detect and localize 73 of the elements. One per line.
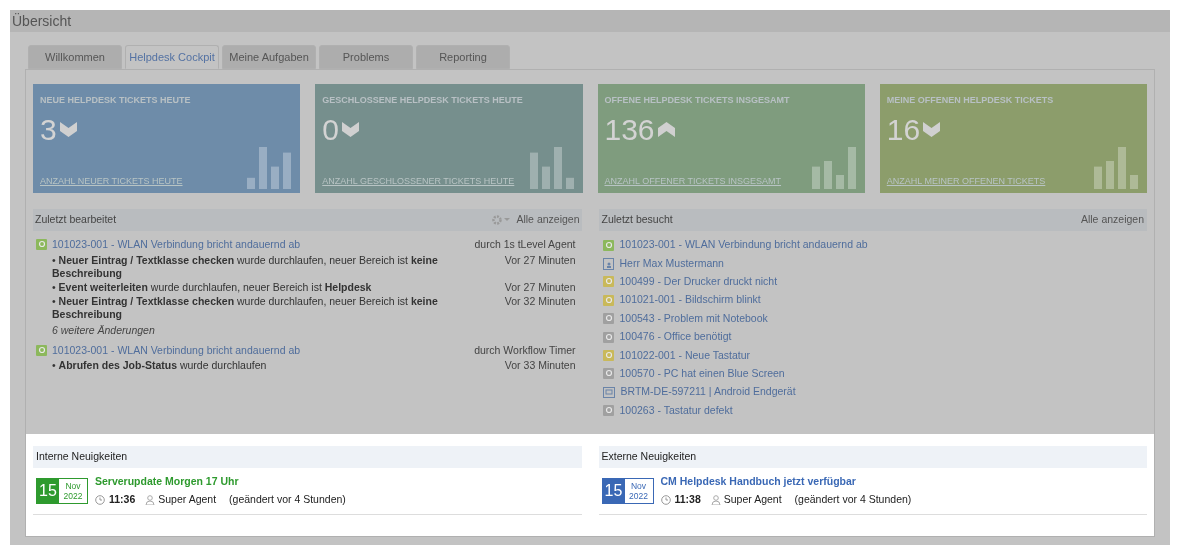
- card-link[interactable]: ANZAHL NEUER TICKETS HEUTE: [40, 175, 183, 189]
- tab[interactable]: Willkommen: [28, 45, 122, 69]
- bar-chart-icon: [529, 146, 576, 189]
- change-text: • Neuer Eintrag / Textklasse checken wurde durchlaufen, neuer Bereich ist keine Beschreibung: [52, 294, 439, 321]
- laptop-icon: [602, 386, 615, 398]
- card-link[interactable]: ANZAHL OFFENER TICKETS INSGESAMT: [604, 175, 782, 189]
- bar-chart-icon: [1094, 146, 1140, 189]
- news-changed: (geändert vor 4 Stunden): [794, 491, 912, 507]
- bar-chart-icon: [811, 146, 858, 189]
- time-text: Vor 27 Minuten: [504, 253, 576, 268]
- actor-text: durch 1s tLevel Agent: [474, 237, 576, 252]
- card-title: MEINE OFFENEN HELPDESK TICKETS: [886, 94, 1055, 107]
- card-value: 136: [604, 112, 655, 147]
- contact-card-icon: [602, 257, 614, 270]
- news-changed: (geändert vor 4 Stunden): [229, 491, 346, 507]
- date-day: 15: [602, 478, 625, 503]
- news-author: Super Agent: [158, 491, 217, 507]
- ticket-link[interactable]: 101023-001 - WLAN Verbindung bricht andauernd ab: [52, 342, 301, 359]
- tab[interactable]: Problems: [319, 45, 413, 69]
- tab[interactable]: Helpdesk Cockpit: [125, 45, 219, 69]
- person-icon: [145, 494, 156, 505]
- card-link[interactable]: ANZAHL GESCHLOSSENER TICKETS HEUTE: [322, 175, 515, 189]
- clock-icon: [95, 494, 105, 505]
- date-year: 2022: [63, 490, 83, 501]
- date-month: Nov: [630, 480, 647, 491]
- news-headline[interactable]: Serverupdate Morgen 17 Uhr: [95, 473, 346, 490]
- person-icon: [710, 494, 721, 505]
- visited-link[interactable]: 101022-001 - Neue Tastatur: [619, 347, 751, 364]
- show-all-link[interactable]: Alle anzeigen: [516, 212, 580, 228]
- visited-link[interactable]: 101021-001 - Bildschirm blinkt: [619, 292, 761, 309]
- visited-link[interactable]: 100570 - PC hat einen Blue Screen: [619, 366, 785, 382]
- card-title: NEUE HELPDESK TICKETS HEUTE: [40, 94, 192, 107]
- visited-link[interactable]: 100263 - Tastatur defekt: [619, 402, 733, 419]
- show-all-link[interactable]: Alle anzeigen: [1080, 212, 1144, 228]
- news-time: 11:38: [674, 491, 701, 507]
- ticket-icon: [36, 344, 47, 356]
- visited-link[interactable]: 100543 - Problem mit Notebook: [619, 310, 768, 327]
- page-title: Übersicht: [12, 11, 72, 31]
- actor-text: durch Workflow Timer: [474, 342, 576, 358]
- clock-icon: [660, 494, 671, 505]
- time-text: Vor 33 Minuten: [504, 359, 576, 373]
- card-value: 0: [322, 112, 339, 147]
- change-text: • Abrufen des Job-Status wurde durchlaufen: [52, 359, 268, 373]
- news-time: 11:36: [109, 491, 136, 507]
- settings-icon[interactable]: [492, 215, 511, 225]
- date-month: Nov: [65, 480, 81, 491]
- more-changes-text: 6 weitere Änderungen: [51, 322, 156, 338]
- news-headline[interactable]: CM Helpdesk Handbuch jetzt verfügbar: [660, 473, 912, 490]
- section-title: Interne Neuigkeiten: [36, 449, 128, 465]
- date-day: 15: [37, 478, 59, 503]
- tab[interactable]: Reporting: [416, 45, 510, 69]
- tab[interactable]: Meine Aufgaben: [222, 45, 316, 69]
- visited-link[interactable]: 100476 - Office benötigt: [619, 329, 732, 345]
- card-title: GESCHLOSSENE HELPDESK TICKETS HEUTE: [322, 94, 524, 107]
- card-value: 16: [886, 112, 921, 147]
- section-title: Zuletzt bearbeitet: [35, 212, 117, 228]
- section-title: Zuletzt besucht: [601, 212, 673, 228]
- card-link[interactable]: ANZAHL MEINER OFFENEN TICKETS: [886, 175, 1046, 189]
- time-text: Vor 27 Minuten: [504, 280, 576, 294]
- visited-link[interactable]: BRTM-DE-597211 | Android Endgerät: [620, 384, 796, 401]
- visited-link[interactable]: Herr Max Mustermann: [619, 255, 724, 272]
- time-text: Vor 32 Minuten: [504, 294, 576, 309]
- ticket-link[interactable]: 101023-001 - WLAN Verbindung bricht andauernd ab: [52, 237, 301, 253]
- visited-link[interactable]: 101023-001 - WLAN Verbindung bricht andauernd ab: [619, 237, 868, 254]
- ticket-icon: [36, 239, 47, 251]
- bar-chart-icon: [247, 146, 294, 189]
- news-author: Super Agent: [723, 491, 782, 507]
- visited-link[interactable]: 100499 - Der Drucker druckt nicht: [619, 274, 778, 290]
- card-value: 3: [40, 112, 57, 147]
- section-title: Externe Neuigkeiten: [601, 449, 697, 465]
- date-year: 2022: [629, 490, 648, 501]
- change-text: • Event weiterleiten wurde durchlaufen, neuer Bereich ist Helpdesk: [52, 280, 373, 294]
- card-title: OFFENE HELPDESK TICKETS INSGESAMT: [604, 94, 791, 107]
